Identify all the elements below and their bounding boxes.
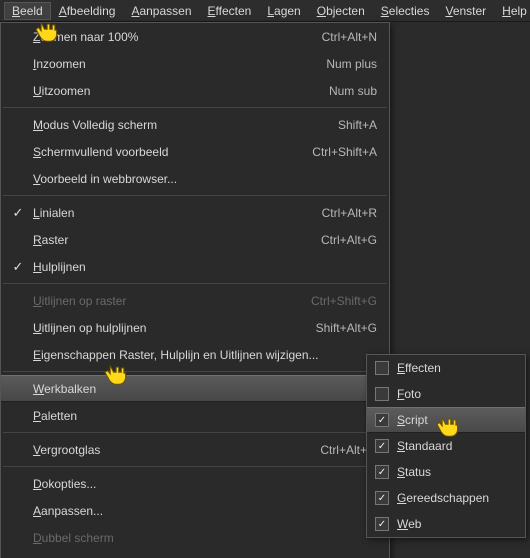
menu-item-label: Uitlijnen op hulplijnen xyxy=(27,321,316,335)
menu-item-shortcut: Ctrl+Alt+N xyxy=(322,30,377,44)
checkbox-icon: ✓ xyxy=(375,491,389,505)
menu-item-label: Aanpassen... xyxy=(27,504,377,518)
checkbox-icon: ✓ xyxy=(375,413,389,427)
submenu-item-label: Standaard xyxy=(397,439,517,453)
submenu-item-label: Script xyxy=(397,413,517,427)
menu-separator xyxy=(3,107,387,108)
menu-item-shortcut: Shift+A xyxy=(338,118,377,132)
menu-item-label: Werkbalken xyxy=(27,382,361,396)
menu-item[interactable]: Dokopties... xyxy=(1,470,389,497)
menu-item-shortcut: Ctrl+Alt+R xyxy=(322,206,377,220)
menu-item-shortcut: Shift+Alt+G xyxy=(316,321,377,335)
menu-item[interactable]: Werkbalken▶ xyxy=(1,375,389,402)
submenu-item[interactable]: ✓ Web xyxy=(367,511,525,537)
menubar: BeeldAfbeeldingAanpassenEffectenLagenObj… xyxy=(0,0,530,22)
menu-item-label: Dokopties... xyxy=(27,477,377,491)
menu-item[interactable]: Zoomen naar 100%Ctrl+Alt+N xyxy=(1,23,389,50)
check-icon: ✓ xyxy=(9,205,27,221)
submenu-item[interactable]: ✓ Status xyxy=(367,459,525,485)
submenu-item-label: Web xyxy=(397,517,517,531)
menu-aanpassen[interactable]: Aanpassen xyxy=(123,2,199,20)
menu-item-shortcut: Num sub xyxy=(329,84,377,98)
checkbox-icon xyxy=(375,387,389,401)
menu-item-label: Uitlijnen op raster xyxy=(27,294,311,308)
menu-item[interactable]: ✓LinialenCtrl+Alt+R xyxy=(1,199,389,226)
submenu-item-label: Foto xyxy=(397,387,517,401)
menu-item-label: Vergrootglas xyxy=(27,443,320,457)
submenu-item-label: Effecten xyxy=(397,361,517,375)
menu-selecties[interactable]: Selecties xyxy=(373,2,438,20)
menu-item-label: Hulplijnen xyxy=(27,260,377,274)
checkbox-icon: ✓ xyxy=(375,465,389,479)
submenu-item[interactable]: ✓ Script xyxy=(367,407,525,433)
menu-item-shortcut: Ctrl+Shift+G xyxy=(311,294,377,308)
menu-item[interactable]: VergrootglasCtrl+Alt+M xyxy=(1,436,389,463)
submenu-item[interactable]: ✓ Standaard xyxy=(367,433,525,459)
menu-item-label: Schermvullend voorbeeld xyxy=(27,145,312,159)
checkbox-icon xyxy=(375,361,389,375)
menu-item-label: Eigenschappen Raster, Hulplijn en Uitlij… xyxy=(27,348,377,362)
menu-item[interactable]: Aanpassen... xyxy=(1,497,389,524)
menu-item[interactable]: Uitlijnen op hulplijnenShift+Alt+G xyxy=(1,314,389,341)
menu-venster[interactable]: Venster xyxy=(437,2,494,20)
submenu-item[interactable]: Effecten xyxy=(367,355,525,381)
menu-item[interactable]: InzoomenNum plus xyxy=(1,50,389,77)
menu-item-label: Zoomen naar 100% xyxy=(27,30,322,44)
menu-item[interactable]: Werkvlakkleur▶ xyxy=(1,551,389,558)
menu-item-shortcut: Ctrl+Shift+A xyxy=(312,145,377,159)
menu-separator xyxy=(3,195,387,196)
menu-item[interactable]: UitzoomenNum sub xyxy=(1,77,389,104)
menu-item-label: Dubbel scherm xyxy=(27,531,377,545)
menu-item: Dubbel scherm xyxy=(1,524,389,551)
submenu-item-label: Gereedschappen xyxy=(397,491,517,505)
menu-item[interactable]: Modus Volledig schermShift+A xyxy=(1,111,389,138)
menu-item-label: Inzoomen xyxy=(27,57,326,71)
submenu-item-label: Status xyxy=(397,465,517,479)
menu-item-shortcut: Num plus xyxy=(326,57,377,71)
menu-item-label: Linialen xyxy=(27,206,322,220)
menu-separator xyxy=(3,466,387,467)
menu-item[interactable]: ✓Hulplijnen xyxy=(1,253,389,280)
menu-help[interactable]: Help xyxy=(494,2,530,20)
submenu-item[interactable]: ✓ Gereedschappen xyxy=(367,485,525,511)
menu-separator xyxy=(3,432,387,433)
menu-item-label: Raster xyxy=(27,233,321,247)
menu-beeld[interactable]: Beeld xyxy=(4,2,51,20)
checkbox-icon: ✓ xyxy=(375,517,389,531)
menu-lagen[interactable]: Lagen xyxy=(259,2,308,20)
menu-afbeelding[interactable]: Afbeelding xyxy=(51,2,124,20)
menu-separator xyxy=(3,283,387,284)
menu-beeld-dropdown: Zoomen naar 100%Ctrl+Alt+NInzoomenNum pl… xyxy=(0,22,390,558)
menu-item[interactable]: Voorbeeld in webbrowser... xyxy=(1,165,389,192)
checkbox-icon: ✓ xyxy=(375,439,389,453)
menu-item[interactable]: Schermvullend voorbeeldCtrl+Shift+A xyxy=(1,138,389,165)
menu-item[interactable]: Eigenschappen Raster, Hulplijn en Uitlij… xyxy=(1,341,389,368)
menu-item-label: Paletten xyxy=(27,409,361,423)
menu-effecten[interactable]: Effecten xyxy=(200,2,260,20)
menu-item-label: Voorbeeld in webbrowser... xyxy=(27,172,377,186)
menu-objecten[interactable]: Objecten xyxy=(309,2,373,20)
menu-item[interactable]: RasterCtrl+Alt+G xyxy=(1,226,389,253)
submenu-item[interactable]: Foto xyxy=(367,381,525,407)
menu-item[interactable]: Paletten▶ xyxy=(1,402,389,429)
menu-item-shortcut: Ctrl+Alt+G xyxy=(321,233,377,247)
menu-separator xyxy=(3,371,387,372)
menu-item: Uitlijnen op rasterCtrl+Shift+G xyxy=(1,287,389,314)
check-icon: ✓ xyxy=(9,259,27,275)
menu-item-label: Modus Volledig scherm xyxy=(27,118,338,132)
menu-item-label: Uitzoomen xyxy=(27,84,329,98)
submenu-werkbalken: Effecten Foto ✓ Script ✓ Standaard ✓ Status ✓ Ger… xyxy=(366,354,526,538)
